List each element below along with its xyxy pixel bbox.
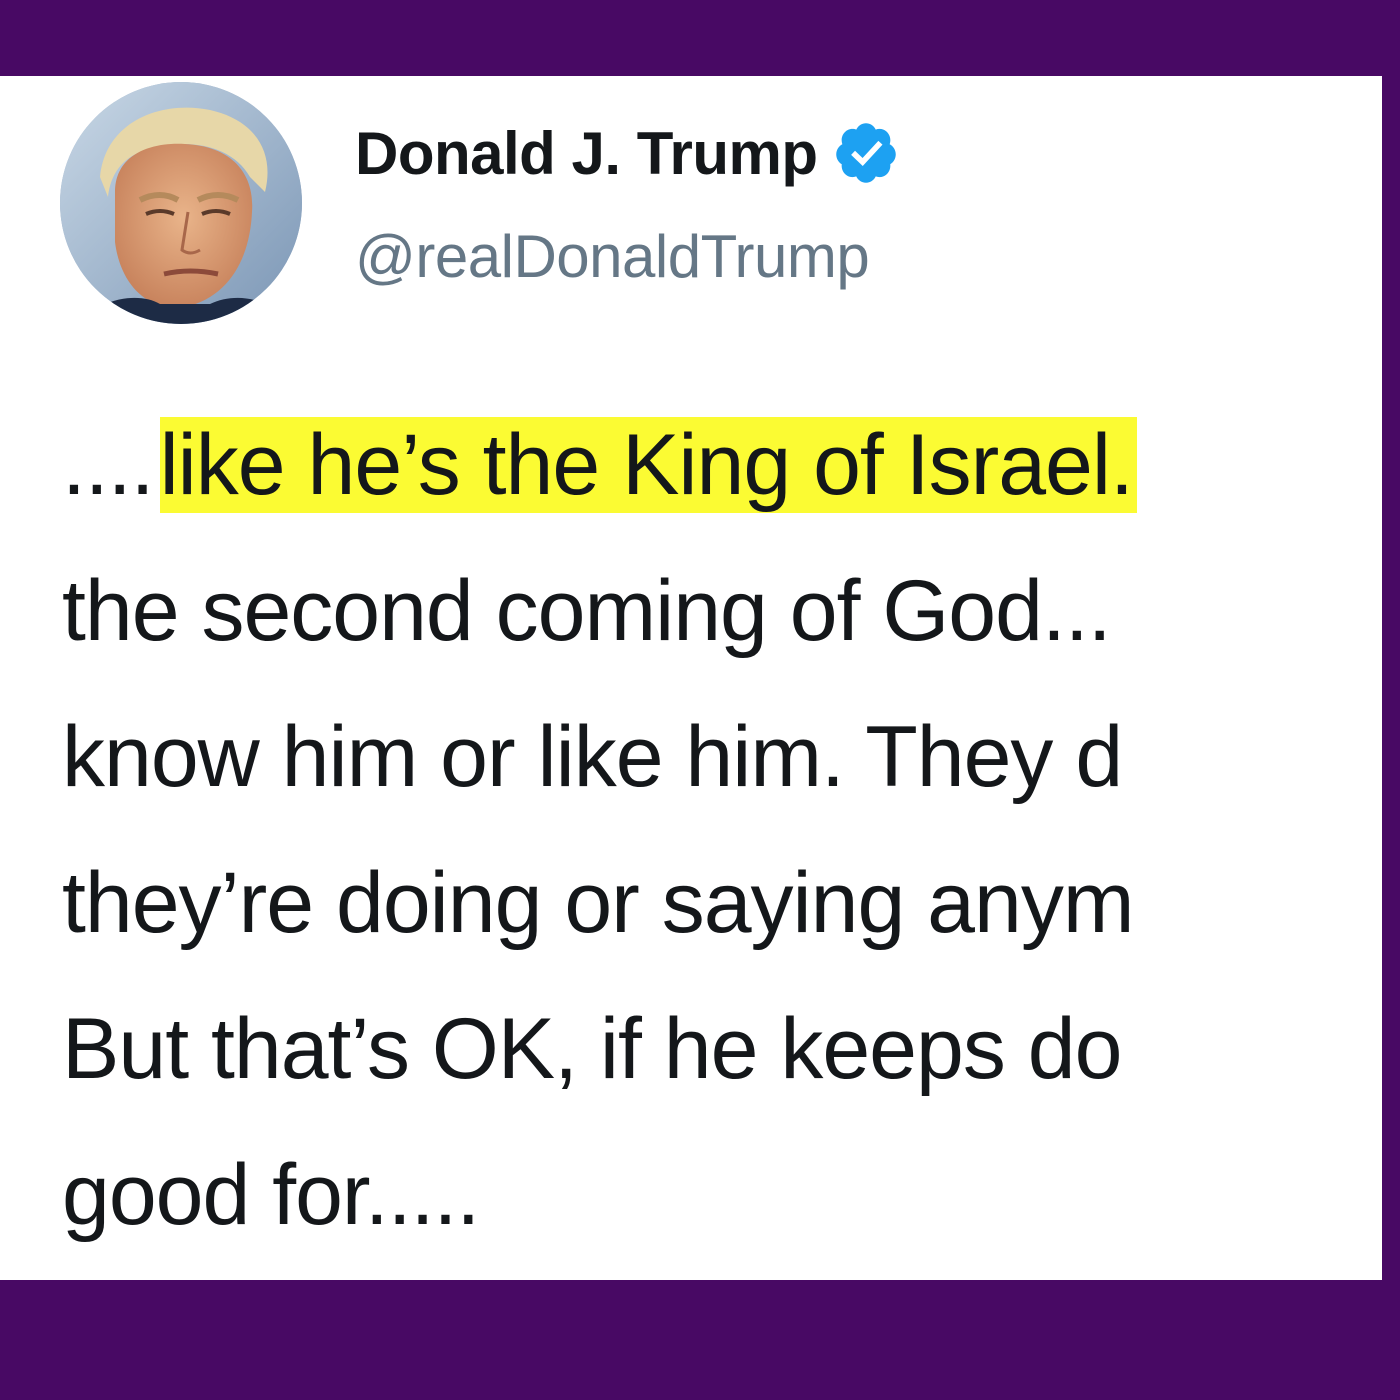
tweet-line-5: But that’s OK, if he keeps do — [62, 1001, 1122, 1097]
avatar[interactable] — [60, 82, 302, 324]
tweet-line-3: know him or like him. They d — [62, 709, 1123, 805]
profile-photo-image — [60, 82, 302, 324]
line-prefix: .... — [62, 417, 155, 513]
tweet-text: ....like he’s the King of Israel. the se… — [62, 392, 1382, 1268]
author-handle[interactable]: @realDonaldTrump — [355, 222, 870, 291]
tweet-card: Donald J. Trump @realDonaldTrump ....lik… — [0, 76, 1382, 1280]
tweet-line-4: they’re doing or saying anym — [62, 855, 1134, 951]
author-name-row[interactable]: Donald J. Trump — [355, 118, 900, 188]
tweet-line-2: the second coming of God... — [62, 563, 1112, 659]
verified-badge-icon — [835, 123, 896, 183]
tweet-line-6: good for..... — [62, 1147, 480, 1243]
tweet-line-1: ....like he’s the King of Israel. — [62, 392, 1382, 538]
highlighted-text: like he’s the King of Israel. — [159, 417, 1137, 513]
display-name[interactable]: Donald J. Trump — [355, 119, 818, 188]
